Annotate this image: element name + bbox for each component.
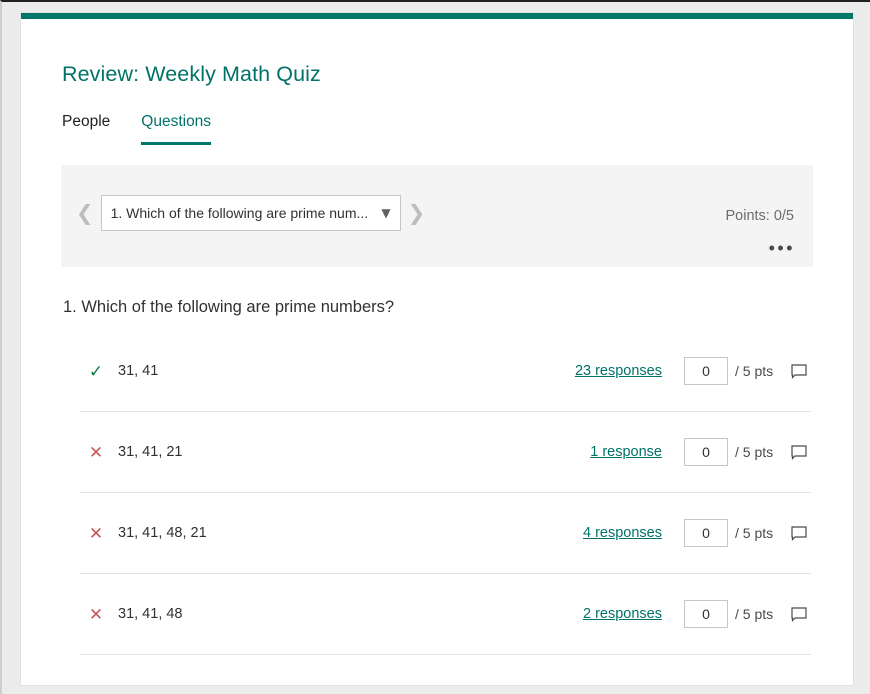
comment-icon[interactable] [787,525,811,541]
tab-questions-label: Questions [141,113,212,130]
answer-text: 31, 41, 48 [118,606,183,622]
answer-list: ✓ 31, 41 23 responses / 5 pts ✕ 31, 41, … [80,331,811,655]
tab-questions[interactable]: Questions [141,113,212,145]
question-select-dropdown[interactable]: 1. Which of the following are prime num.… [100,195,401,231]
max-points-label: / 5 pts [735,525,774,541]
score-input[interactable] [684,600,728,628]
responses-link[interactable]: 2 responses [492,606,662,622]
comment-icon[interactable] [787,444,811,460]
cross-icon: ✕ [88,604,104,624]
question-select-value: 1. Which of the following are prime num.… [110,205,369,221]
comment-icon[interactable] [787,363,811,379]
answer-row: ✕ 31, 41, 21 1 response / 5 pts [80,412,811,493]
responses-link[interactable]: 23 responses [492,363,662,379]
page-content: Review: Weekly Math Quiz People Question… [21,62,853,655]
score-input[interactable] [684,357,728,385]
accent-bar [21,13,853,19]
max-points-label: / 5 pts [735,363,774,379]
forms-review-window: Review: Weekly Math Quiz People Question… [20,12,854,686]
chevron-down-icon: ▼ [381,206,391,220]
answer-text: 31, 41, 48, 21 [118,525,207,541]
check-icon: ✓ [88,361,104,381]
max-points-label: / 5 pts [735,606,774,622]
tab-people-label: People [62,113,111,130]
more-options-button[interactable]: ••• [769,239,795,257]
answer-row: ✕ 31, 41, 48, 21 4 responses / 5 pts [80,493,811,574]
chevron-left-icon[interactable]: ❮ [73,202,97,224]
question-nav-row: ❮ 1. Which of the following are prime nu… [61,165,813,231]
answer-row: ✕ 31, 41, 48 2 responses / 5 pts [80,574,811,655]
max-points-label: / 5 pts [735,444,774,460]
question-nav-panel: ❮ 1. Which of the following are prime nu… [61,165,813,267]
points-summary: Points: 0/5 [725,208,794,224]
answer-text: 31, 41 [118,363,159,379]
answer-text: 31, 41, 21 [118,444,183,460]
answer-row: ✓ 31, 41 23 responses / 5 pts [80,331,811,412]
outer-frame: Review: Weekly Math Quiz People Question… [0,0,870,694]
cross-icon: ✕ [88,442,104,462]
responses-link[interactable]: 4 responses [492,525,662,541]
question-heading: 1. Which of the following are prime numb… [63,298,395,316]
score-input[interactable] [684,519,728,547]
chevron-right-icon[interactable]: ❯ [405,202,429,224]
comment-icon[interactable] [787,606,811,622]
score-input[interactable] [684,438,728,466]
tab-people[interactable]: People [62,113,110,145]
tab-bar: People Questions [62,113,813,145]
page-title: Review: Weekly Math Quiz [62,62,321,86]
responses-link[interactable]: 1 response [492,444,662,460]
cross-icon: ✕ [88,523,104,543]
